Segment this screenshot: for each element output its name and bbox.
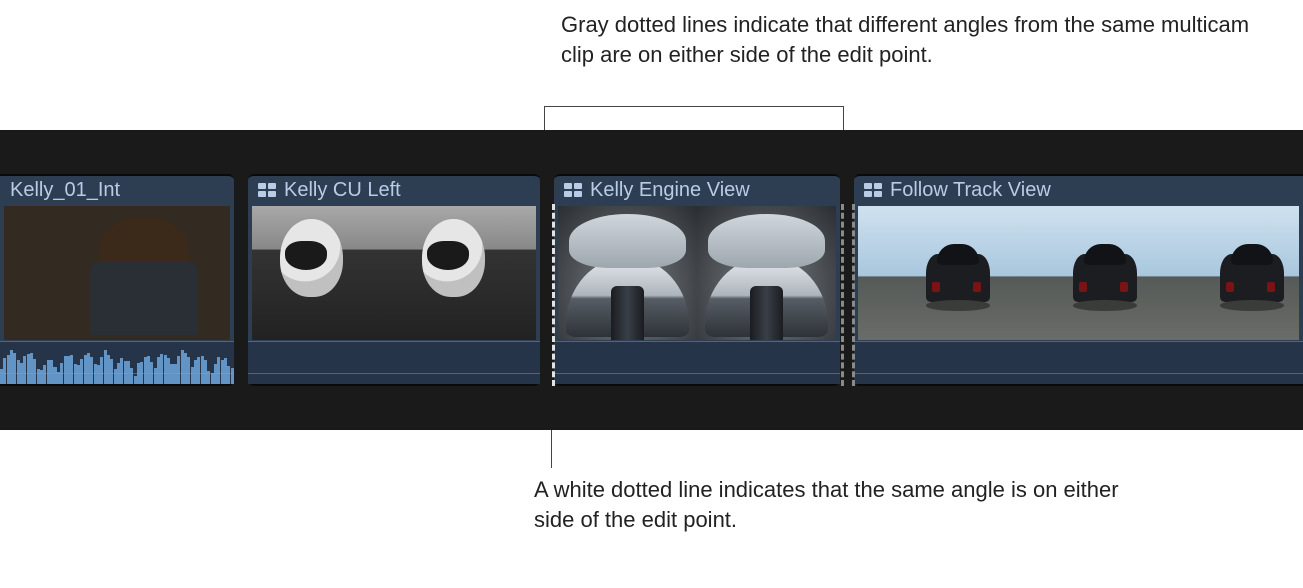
- through-edit-gray-dotted-line: [841, 204, 844, 386]
- clip-audio[interactable]: [0, 341, 234, 384]
- clip-thumbnails: [858, 206, 1299, 340]
- clip-thumbnails: [252, 206, 536, 340]
- clip-label: Kelly_01_Int: [10, 179, 120, 202]
- thumbnail: [1005, 206, 1152, 340]
- audio-waveform: [0, 342, 234, 384]
- callout-line: [544, 106, 844, 107]
- timeline[interactable]: Kelly_01_Int Kelly CU Left: [0, 130, 1303, 430]
- clip-header: Follow Track View: [854, 176, 1303, 204]
- clip-audio[interactable]: [554, 341, 840, 384]
- thumbnail: [4, 206, 230, 340]
- clip-header: Kelly CU Left: [248, 176, 540, 204]
- clip-label: Kelly Engine View: [590, 179, 750, 202]
- multicam-icon: [258, 183, 276, 197]
- clip-header: Kelly Engine View: [554, 176, 840, 204]
- clip-follow-track-view[interactable]: Follow Track View: [854, 174, 1303, 386]
- multicam-icon: [564, 183, 582, 197]
- audio-midline: [248, 373, 540, 374]
- callout-text-bottom: A white dotted line indicates that the s…: [534, 475, 1154, 534]
- clip-label: Kelly CU Left: [284, 179, 401, 202]
- clip-label: Follow Track View: [890, 179, 1051, 202]
- timeline-track[interactable]: Kelly_01_Int Kelly CU Left: [0, 174, 1303, 386]
- thumbnail: [394, 206, 536, 340]
- clip-kelly-cu-left[interactable]: Kelly CU Left: [248, 174, 540, 386]
- multicam-icon: [864, 183, 882, 197]
- thumbnail: [252, 206, 394, 340]
- thumbnail: [858, 206, 1005, 340]
- through-edit-gray-dotted-line: [852, 204, 855, 386]
- clip-thumbnails: [4, 206, 230, 340]
- callout-text-top: Gray dotted lines indicate that differen…: [561, 10, 1281, 69]
- thumbnail: [697, 206, 836, 340]
- clip-kelly-01-int[interactable]: Kelly_01_Int: [0, 174, 234, 386]
- clip-thumbnails: [558, 206, 836, 340]
- clip-audio[interactable]: [854, 341, 1303, 384]
- thumbnail: [558, 206, 697, 340]
- clip-audio[interactable]: [248, 341, 540, 384]
- thumbnail: [1152, 206, 1299, 340]
- clip-header: Kelly_01_Int: [0, 176, 234, 204]
- clip-kelly-engine-view[interactable]: Kelly Engine View: [554, 174, 840, 386]
- through-edit-white-dotted-line: [552, 204, 555, 386]
- audio-midline: [554, 373, 840, 374]
- audio-midline: [854, 373, 1303, 374]
